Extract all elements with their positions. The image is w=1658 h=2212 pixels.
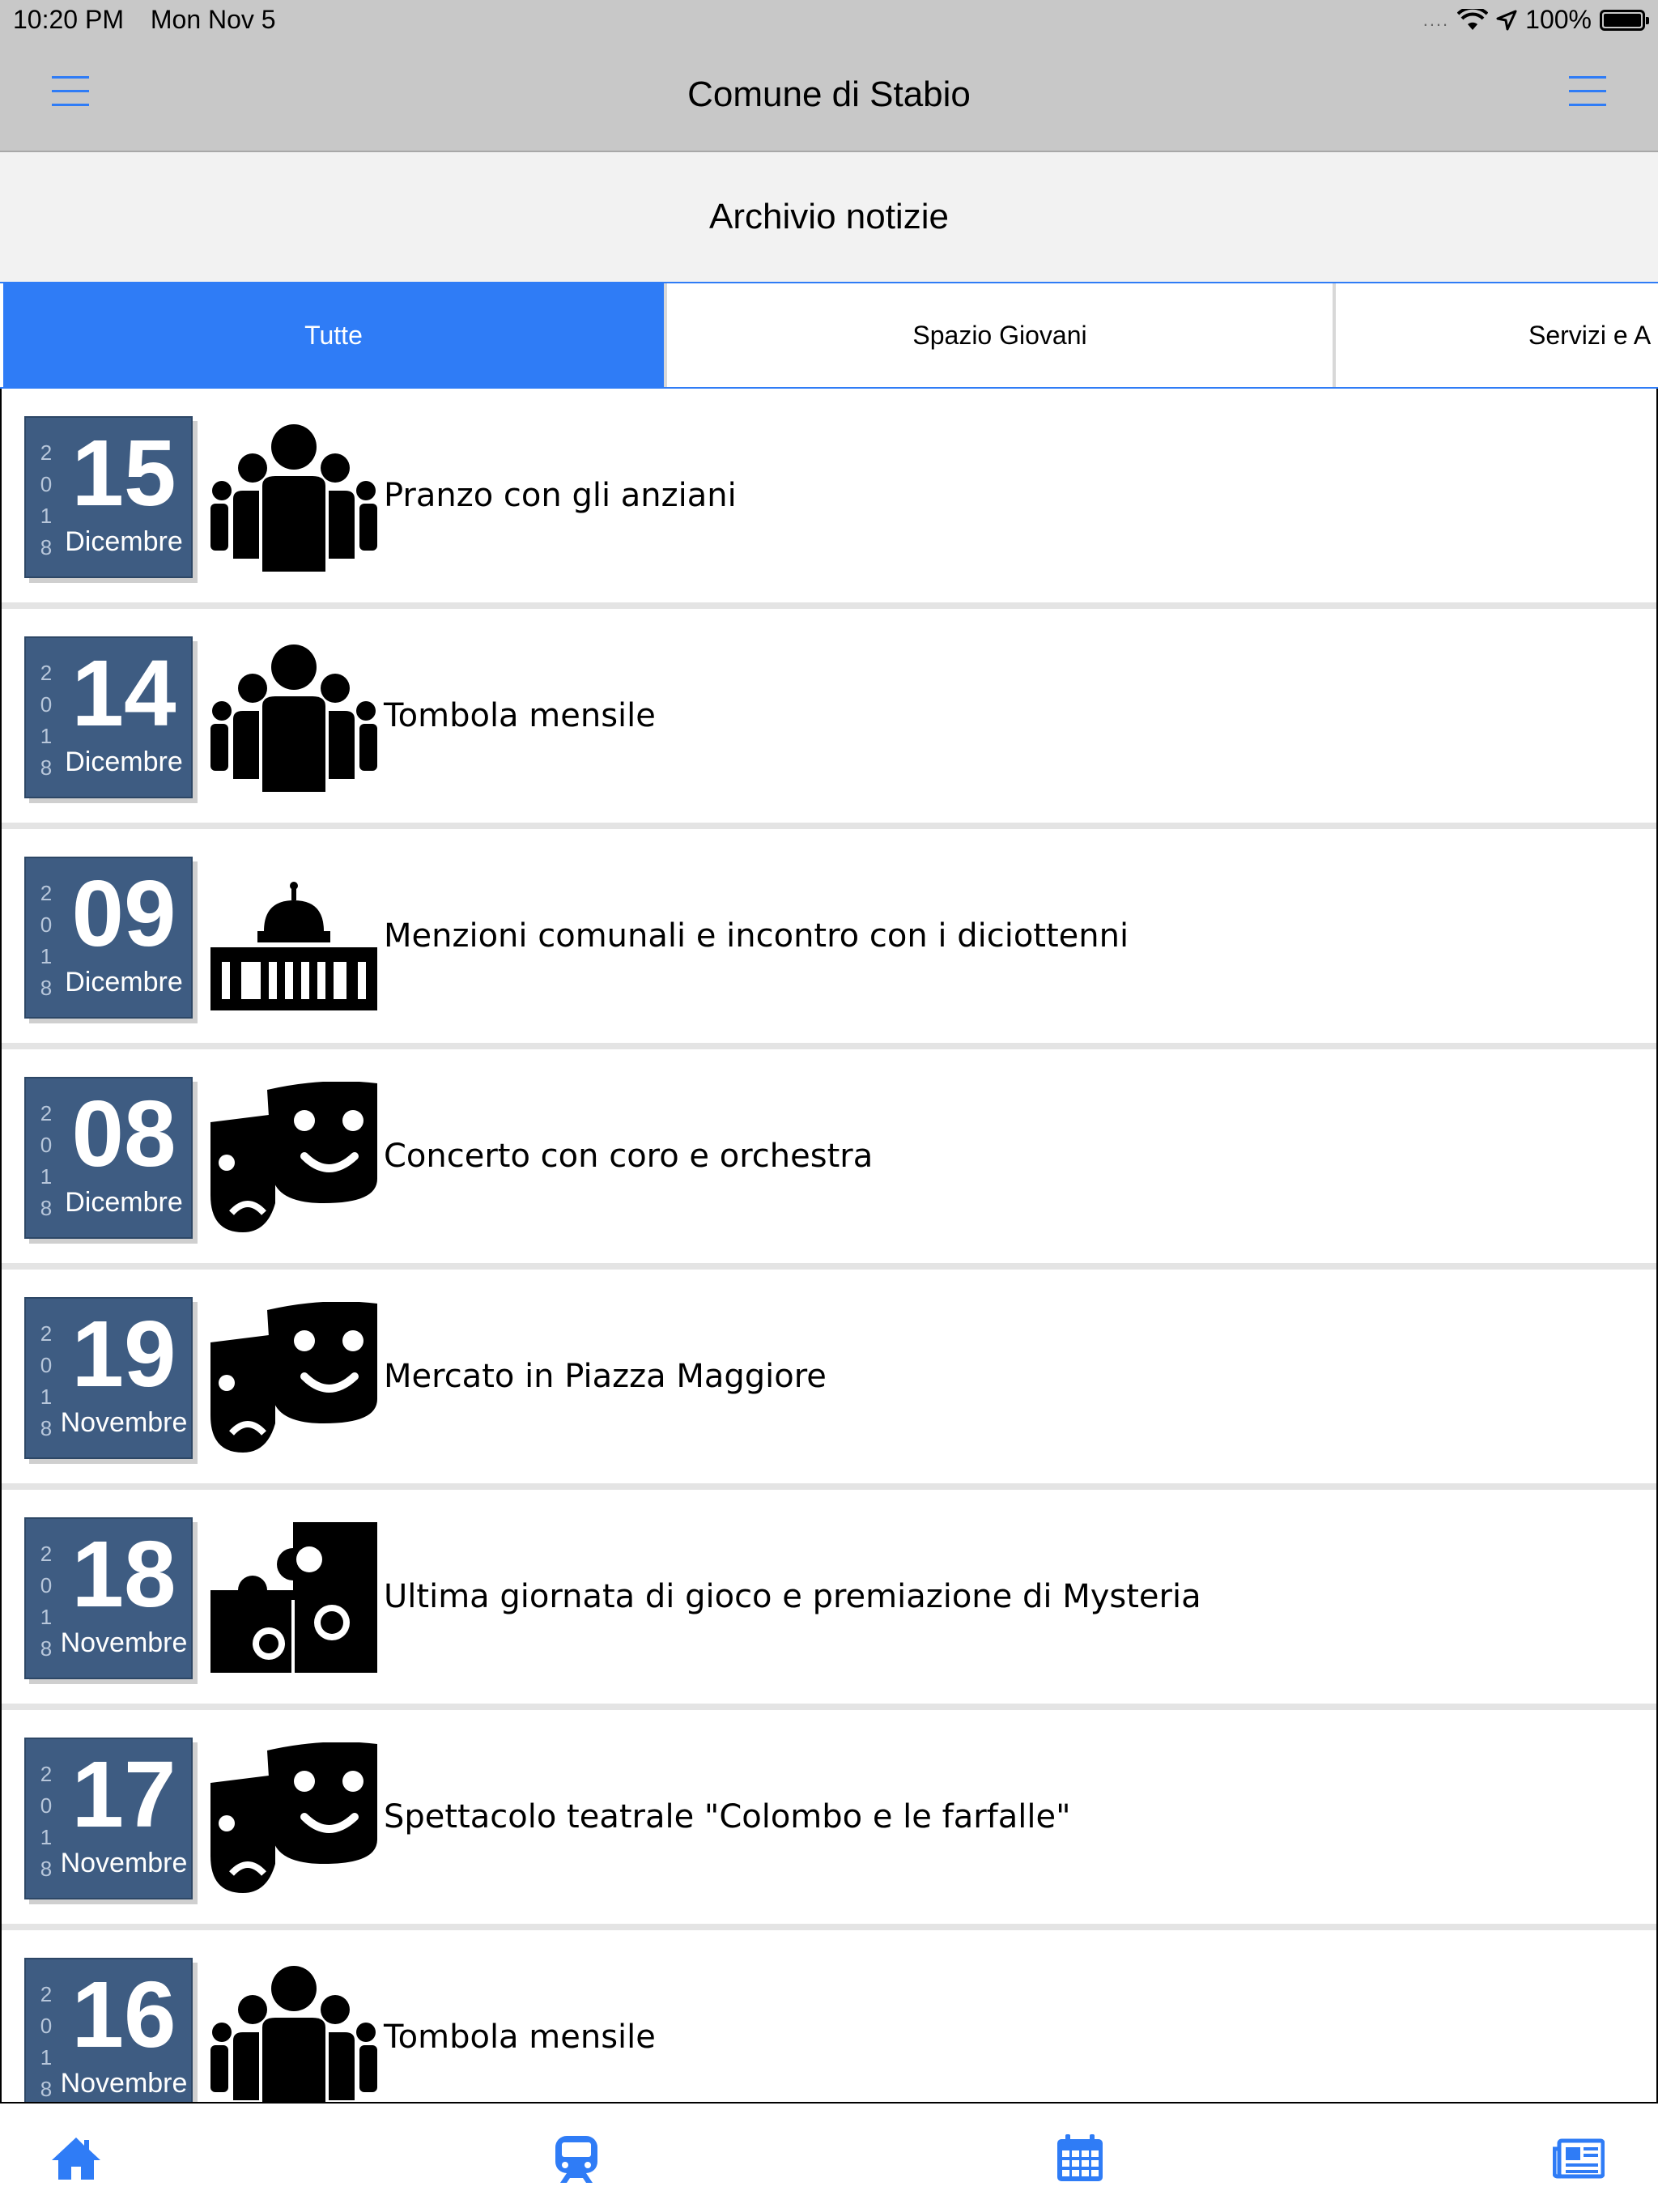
year-vertical: 2018 <box>40 1321 53 1440</box>
date-badge: 2018 18 Novembre <box>24 1517 193 1679</box>
location-arrow-icon <box>1496 10 1517 30</box>
date-month: Dicembre <box>65 967 183 998</box>
train-icon[interactable] <box>551 2133 602 2184</box>
date-badge: 2018 17 Novembre <box>24 1738 193 1899</box>
date-day: 09 <box>71 861 176 966</box>
app-title: Comune di Stabio <box>687 74 971 114</box>
news-item[interactable]: 2018 17 Novembre Spettacolo teatrale "Co… <box>2 1710 1656 1930</box>
news-title: Mercato in Piazza Maggiore <box>384 1358 827 1395</box>
news-title: Pranzo con gli anziani <box>384 477 737 514</box>
status-right: .... 100% <box>1422 5 1649 35</box>
year-vertical: 2018 <box>40 1982 53 2101</box>
date-day: 15 <box>71 420 176 525</box>
tab-servizi[interactable]: Servizi e A <box>1336 283 1658 387</box>
status-time: 10:20 PM <box>13 5 124 34</box>
news-title: Concerto con coro e orchestra <box>384 1138 874 1175</box>
theater-masks-icon <box>210 1742 377 1893</box>
news-item[interactable]: 2018 14 Dicembre Tombola mensile <box>2 609 1656 829</box>
year-vertical: 2018 <box>40 440 53 559</box>
tab-spazio-giovani[interactable]: Spazio Giovani <box>667 283 1336 387</box>
date-day: 14 <box>71 640 176 746</box>
date-badge: 2018 19 Novembre <box>24 1297 193 1459</box>
year-vertical: 2018 <box>40 661 53 780</box>
news-list[interactable]: 2018 15 Dicembre Pranzo con gli anziani … <box>0 389 1658 2104</box>
battery-icon <box>1600 9 1649 31</box>
theater-masks-icon <box>210 1302 377 1453</box>
date-month: Novembre <box>60 1627 188 1658</box>
news-item[interactable]: 2018 19 Novembre Mercato in Piazza Maggi… <box>2 1270 1656 1490</box>
year-vertical: 2018 <box>40 1101 53 1220</box>
newspaper-icon[interactable] <box>1553 2133 1605 2184</box>
date-badge: 2018 08 Dicembre <box>24 1077 193 1239</box>
date-month: Dicembre <box>65 747 183 777</box>
year-vertical: 2018 <box>40 881 53 1000</box>
date-day: 17 <box>71 1742 176 1847</box>
people-group-icon <box>210 1963 377 2104</box>
right-menu-button[interactable] <box>1569 76 1606 108</box>
date-month: Novembre <box>60 1848 188 1878</box>
category-tabs: Tutte Spazio Giovani Servizi e A <box>0 282 1658 389</box>
signal-dots: .... <box>1422 9 1450 30</box>
year-vertical: 2018 <box>40 1542 53 1661</box>
date-badge: 2018 14 Dicembre <box>24 636 193 798</box>
date-day: 18 <box>71 1521 176 1627</box>
date-month: Novembre <box>60 1407 188 1438</box>
news-title: Ultima giornata di gioco e premiazione d… <box>384 1578 1201 1615</box>
bottom-tab-bar <box>0 2104 1658 2212</box>
date-month: Dicembre <box>65 1187 183 1218</box>
date-day: 16 <box>71 1962 176 2067</box>
tab-tutte[interactable]: Tutte <box>3 283 667 387</box>
wifi-icon <box>1457 8 1489 30</box>
date-badge: 2018 16 Novembre <box>24 1958 193 2102</box>
status-date: Mon Nov 5 <box>150 5 276 34</box>
date-day: 19 <box>71 1301 176 1406</box>
date-badge: 2018 09 Dicembre <box>24 857 193 1019</box>
news-item[interactable]: 2018 09 Dicembre Menzioni comunali e inc… <box>2 829 1656 1049</box>
people-group-icon <box>210 421 377 572</box>
news-item[interactable]: 2018 16 Novembre Tombola mensile <box>2 1930 1656 2104</box>
news-title: Tombola mensile <box>384 2018 656 2056</box>
news-item[interactable]: 2018 15 Dicembre Pranzo con gli anziani <box>2 389 1656 609</box>
page-title: Archivio notizie <box>0 152 1658 282</box>
theater-masks-icon <box>210 1082 377 1232</box>
status-left: 10:20 PM Mon Nov 5 <box>13 5 295 35</box>
news-item[interactable]: 2018 18 Novembre Ultima giornata di gioc… <box>2 1490 1656 1710</box>
town-hall-icon <box>210 861 377 1012</box>
news-item[interactable]: 2018 08 Dicembre Concerto con coro e orc… <box>2 1049 1656 1270</box>
date-day: 08 <box>71 1081 176 1186</box>
date-badge: 2018 15 Dicembre <box>24 416 193 578</box>
navigation-bar: Comune di Stabio <box>0 44 1658 152</box>
status-bar: 10:20 PM Mon Nov 5 .... 100% <box>0 0 1658 44</box>
puzzle-icon <box>210 1522 377 1673</box>
date-month: Novembre <box>60 2068 188 2099</box>
home-icon[interactable] <box>50 2133 102 2184</box>
year-vertical: 2018 <box>40 1762 53 1881</box>
date-month: Dicembre <box>65 526 183 557</box>
news-title: Tombola mensile <box>384 697 656 734</box>
people-group-icon <box>210 641 377 792</box>
battery-percent: 100% <box>1525 5 1592 34</box>
menu-icon <box>1569 76 1606 106</box>
news-title: Menzioni comunali e incontro con i dicio… <box>384 917 1129 955</box>
news-title: Spettacolo teatrale "Colombo e le farfal… <box>384 1798 1071 1836</box>
calendar-icon[interactable] <box>1054 2133 1106 2184</box>
